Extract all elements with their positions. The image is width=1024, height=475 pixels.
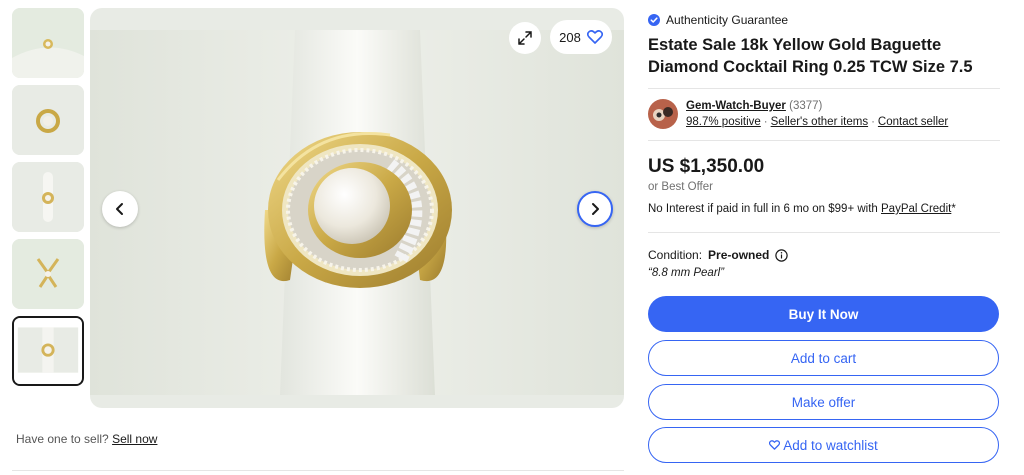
- main-product-image[interactable]: 208: [90, 8, 624, 408]
- separator-dot: ·: [871, 116, 875, 128]
- thumbnail-2[interactable]: [12, 85, 84, 155]
- condition-label: Condition:: [648, 248, 703, 262]
- chevron-left-icon: [116, 203, 123, 215]
- divider: [648, 232, 1000, 233]
- next-image-button[interactable]: [577, 191, 613, 227]
- item-title: Estate Sale 18k Yellow Gold Baguette Dia…: [648, 36, 973, 76]
- thumbnail-strip: [12, 8, 84, 393]
- chevron-right-icon: [592, 203, 599, 215]
- seller-name-link[interactable]: Gem-Watch-Buyer: [686, 100, 786, 112]
- previous-image-button[interactable]: [102, 191, 138, 227]
- condition-description: “8.8 mm Pearl”: [648, 267, 725, 279]
- seller-avatar[interactable]: [648, 99, 678, 129]
- financing-asterisk: *: [951, 203, 956, 215]
- condition-row: Condition: Pre-owned: [648, 248, 789, 262]
- sell-prompt-text: Have one to sell?: [16, 432, 109, 446]
- contact-seller-link[interactable]: Contact seller: [878, 116, 948, 128]
- seller-avatar-image: [648, 99, 678, 129]
- info-icon[interactable]: [775, 248, 789, 262]
- seller-info: Gem-Watch-Buyer (3377) 98.7% positive · Se…: [648, 98, 948, 130]
- buy-it-now-button[interactable]: Buy It Now: [648, 296, 999, 332]
- sell-now-link[interactable]: Sell now: [112, 432, 157, 446]
- thumbnail-4-image: [12, 239, 84, 309]
- watch-count-button[interactable]: 208: [550, 20, 612, 54]
- seller-details: Gem-Watch-Buyer (3377) 98.7% positive · Se…: [686, 98, 948, 130]
- add-to-watchlist-label: Add to watchlist: [783, 437, 878, 453]
- check-badge-icon: [648, 14, 660, 26]
- thumbnail-5-image: [14, 318, 82, 384]
- divider: [12, 470, 624, 471]
- seller-feedback-link[interactable]: 98.7% positive: [686, 116, 761, 128]
- authenticity-badge: Authenticity Guarantee: [648, 13, 788, 27]
- thumbnail-3-image: [12, 162, 84, 232]
- best-offer-text: or Best Offer: [648, 181, 713, 193]
- authenticity-label: Authenticity Guarantee: [666, 13, 789, 27]
- heart-icon: [586, 30, 603, 44]
- financing-message: No Interest if paid in full in 6 mo on $…: [648, 203, 878, 215]
- sell-prompt: Have one to sell? Sell now: [16, 432, 157, 446]
- condition-value: Pre-owned: [708, 248, 770, 262]
- expand-icon: [518, 31, 532, 45]
- make-offer-button[interactable]: Make offer: [648, 384, 999, 420]
- thumbnail-3[interactable]: [12, 162, 84, 232]
- seller-other-items-link[interactable]: Seller's other items: [771, 116, 868, 128]
- paypal-credit-link[interactable]: PayPal Credit: [881, 203, 951, 215]
- thumbnail-4[interactable]: [12, 239, 84, 309]
- divider: [648, 140, 1000, 141]
- item-price: US $1,350.00: [648, 156, 765, 177]
- expand-image-button[interactable]: [509, 22, 541, 54]
- watch-count: 208: [559, 29, 581, 45]
- financing-text: No Interest if paid in full in 6 mo on $…: [648, 203, 956, 215]
- thumbnail-1[interactable]: [12, 8, 84, 78]
- add-to-cart-button[interactable]: Add to cart: [648, 340, 999, 376]
- thumbnail-5[interactable]: [12, 316, 84, 386]
- separator-dot: ·: [763, 116, 768, 128]
- add-to-watchlist-button[interactable]: Add to watchlist: [648, 427, 999, 463]
- heart-icon: [769, 440, 781, 450]
- seller-feedback-count: (3377): [789, 100, 823, 112]
- divider: [648, 88, 1000, 89]
- ring-photo: [90, 30, 624, 395]
- thumbnail-1-image: [12, 8, 84, 78]
- thumbnail-2-image: [12, 85, 84, 155]
